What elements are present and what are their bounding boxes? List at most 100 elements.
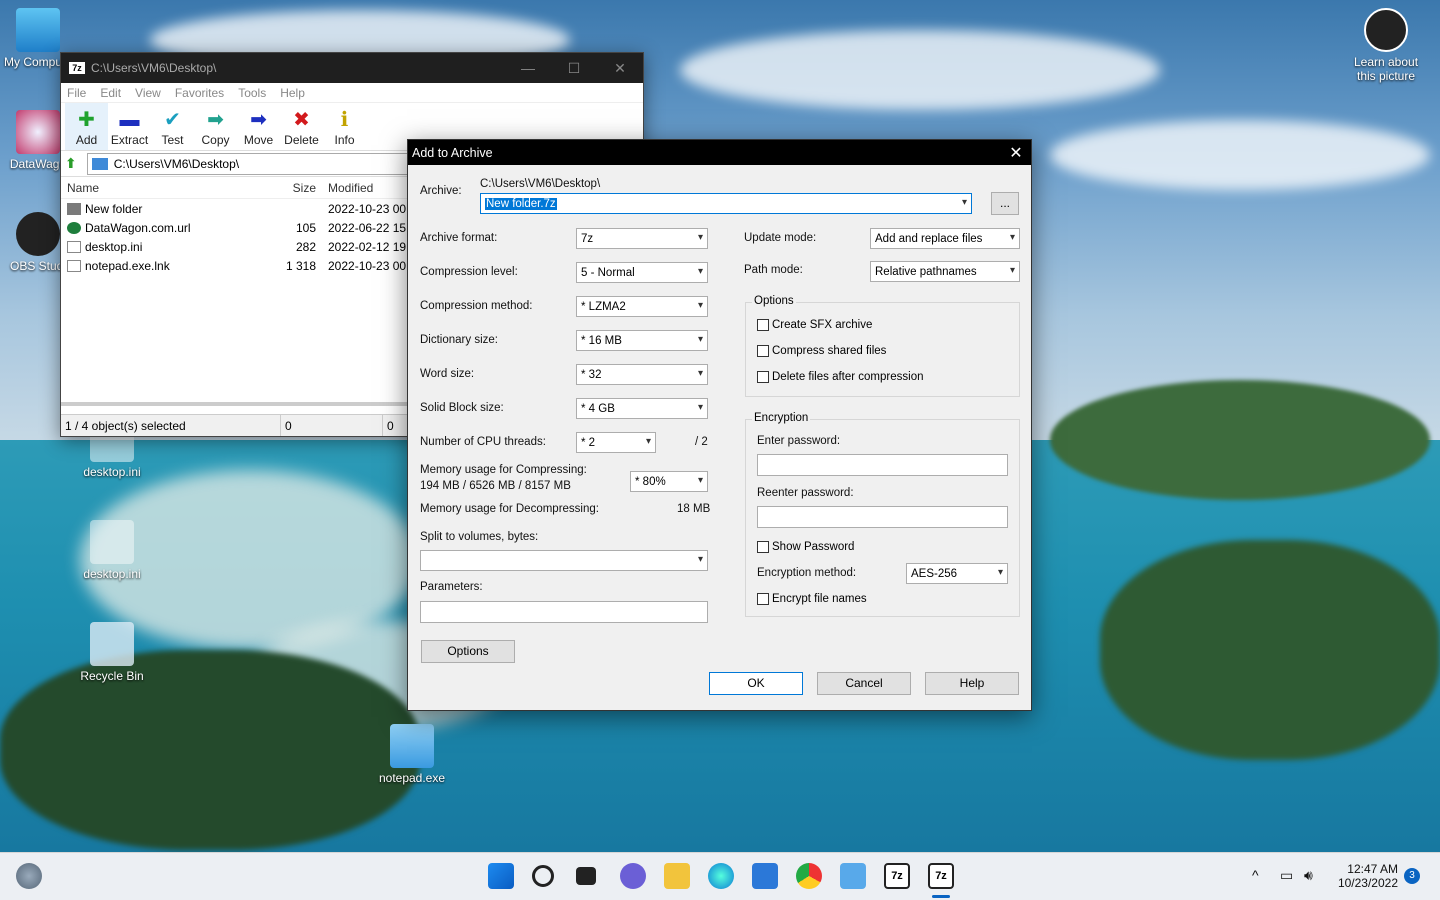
- search-icon[interactable]: [532, 865, 554, 887]
- menu-help[interactable]: Help: [280, 86, 305, 100]
- task-view-icon[interactable]: [576, 867, 596, 885]
- show-password-checkbox[interactable]: Show Password: [757, 541, 854, 553]
- solid-block-size-select[interactable]: * 4 GB ▾: [576, 398, 708, 419]
- archive-format-select[interactable]: 7z ▾: [576, 228, 708, 249]
- network-icon[interactable]: ▭: [1280, 867, 1293, 884]
- menu-edit[interactable]: Edit: [100, 86, 121, 100]
- delete-label: Delete: [284, 133, 319, 147]
- delete-after-checkbox[interactable]: Delete files after compression: [757, 371, 923, 383]
- title-bar[interactable]: 7z C:\Users\VM6\Desktop\ — ☐ ✕: [61, 53, 643, 83]
- arrow-icon: ➡: [207, 109, 224, 131]
- compression-method-label: Compression method:: [420, 300, 533, 312]
- forest: [1100, 540, 1440, 760]
- encryption-method-select[interactable]: AES-256 ▾: [906, 563, 1008, 584]
- delete-button[interactable]: ✖ Delete: [280, 103, 323, 150]
- chevron-down-icon: ▾: [697, 232, 703, 243]
- chat-icon[interactable]: [620, 863, 646, 889]
- compress-shared-checkbox[interactable]: Compress shared files: [757, 345, 886, 357]
- password-input[interactable]: [757, 454, 1008, 476]
- compression-method-select[interactable]: * LZMA2 ▾: [576, 296, 708, 317]
- dialog-close-icon[interactable]: ✕: [1001, 143, 1031, 163]
- menu-tools[interactable]: Tools: [238, 86, 266, 100]
- dictionary-size-select[interactable]: * 16 MB ▾: [576, 330, 708, 351]
- up-folder-icon[interactable]: ⬆: [65, 155, 77, 172]
- column-name[interactable]: Name: [61, 181, 226, 195]
- 7zip-icon: 7z: [69, 62, 85, 74]
- store-icon[interactable]: [752, 863, 778, 889]
- browse-button[interactable]: ...: [991, 192, 1019, 215]
- add-button[interactable]: ✚ Add: [65, 103, 108, 150]
- checkbox-icon: [757, 319, 769, 331]
- weather-icon[interactable]: [16, 863, 42, 889]
- datawagon-icon: [16, 110, 60, 154]
- column-size[interactable]: Size: [226, 181, 316, 195]
- word-size-select[interactable]: * 32 ▾: [576, 364, 708, 385]
- clock[interactable]: 12:47 AM 10/23/2022: [1336, 862, 1398, 890]
- row-name: DataWagon.com.url: [85, 220, 191, 235]
- menu-file[interactable]: File: [67, 86, 86, 100]
- parameters-input[interactable]: [420, 601, 708, 623]
- ok-button[interactable]: OK: [709, 672, 803, 695]
- help-button[interactable]: Help: [925, 672, 1019, 695]
- address-text: C:\Users\VM6\Desktop\: [113, 156, 240, 171]
- chevron-down-icon: ▾: [1009, 265, 1015, 276]
- memory-percent-value: * 80%: [635, 475, 666, 488]
- taskbar: 7z 7z ^ ▭ 🔊︎ 12:47 AM 10/23/2022 3: [0, 852, 1440, 900]
- menu-favorites[interactable]: Favorites: [175, 86, 224, 100]
- desktop-icon-notepad[interactable]: notepad.exe: [374, 724, 450, 785]
- compress-shared-label: Compress shared files: [772, 345, 887, 357]
- chrome-icon[interactable]: [796, 863, 822, 889]
- chevron-up-icon[interactable]: ^: [1252, 867, 1259, 883]
- notification-badge[interactable]: 3: [1404, 868, 1420, 884]
- info-button[interactable]: ℹ Info: [323, 103, 366, 150]
- menu-view[interactable]: View: [135, 86, 161, 100]
- notepad-icon[interactable]: [840, 863, 866, 889]
- island: [1050, 380, 1430, 500]
- minimize-button[interactable]: —: [505, 60, 551, 77]
- edge-icon[interactable]: [708, 863, 734, 889]
- options-button[interactable]: Options: [421, 640, 515, 663]
- cpu-threads-select[interactable]: * 2 ▾: [576, 432, 656, 453]
- 7zip-taskbar-icon-active[interactable]: 7z: [928, 863, 954, 889]
- menu-bar: File Edit View Favorites Tools Help: [61, 83, 643, 103]
- encryption-method-label: Encryption method:: [757, 567, 857, 579]
- create-sfx-checkbox[interactable]: Create SFX archive: [757, 319, 872, 331]
- x-icon: ✖: [293, 109, 310, 131]
- memory-compress-value: 194 MB / 6526 MB / 8157 MB: [420, 480, 571, 492]
- clock-date: 10/23/2022: [1337, 876, 1398, 890]
- cloud: [1050, 120, 1430, 190]
- archive-name-combo[interactable]: New folder.7z ▾: [480, 193, 972, 214]
- cancel-button[interactable]: Cancel: [817, 672, 911, 695]
- copy-button[interactable]: ➡ Copy: [194, 103, 237, 150]
- compression-level-select[interactable]: 5 - Normal ▾: [576, 262, 708, 283]
- archive-format-label: Archive format:: [420, 232, 498, 244]
- dialog-title: Add to Archive: [412, 145, 493, 160]
- desktop-icon-recycle-bin[interactable]: Recycle Bin: [74, 622, 150, 683]
- volume-icon[interactable]: 🔊︎: [1304, 867, 1313, 884]
- archive-name-text: New folder.7z: [485, 197, 557, 210]
- desktop-icon-desktop-ini-2[interactable]: desktop.ini: [74, 520, 150, 581]
- close-button[interactable]: ✕: [597, 60, 643, 77]
- start-icon[interactable]: [488, 863, 514, 889]
- cloud: [680, 30, 1160, 110]
- memory-percent-select[interactable]: * 80% ▾: [630, 471, 708, 492]
- chevron-down-icon: ▾: [697, 300, 703, 311]
- split-volumes-combo[interactable]: ▾: [420, 550, 708, 571]
- maximize-button[interactable]: ☐: [551, 60, 597, 77]
- add-to-archive-dialog: Add to Archive ✕ Archive: C:\Users\VM6\D…: [407, 139, 1032, 711]
- path-mode-select[interactable]: Relative pathnames ▾: [870, 261, 1020, 282]
- update-mode-select[interactable]: Add and replace files ▾: [870, 228, 1020, 249]
- reenter-password-input[interactable]: [757, 506, 1008, 528]
- extract-button[interactable]: ▬ Extract: [108, 103, 151, 150]
- encrypt-names-checkbox[interactable]: Encrypt file names: [757, 593, 867, 605]
- memory-decompress-label: Memory usage for Decompressing:: [420, 503, 599, 515]
- move-button[interactable]: ➡ Move: [237, 103, 280, 150]
- 7zip-taskbar-icon[interactable]: 7z: [884, 863, 910, 889]
- dialog-title-bar[interactable]: Add to Archive ✕: [408, 140, 1031, 165]
- minus-icon: ▬: [119, 109, 140, 131]
- encryption-group-title: Encryption: [752, 412, 811, 424]
- test-button[interactable]: ✔ Test: [151, 103, 194, 150]
- learn-about-picture[interactable]: Learn about this picture: [1346, 8, 1426, 83]
- column-modified[interactable]: Modified: [316, 181, 406, 195]
- file-explorer-icon[interactable]: [664, 863, 690, 889]
